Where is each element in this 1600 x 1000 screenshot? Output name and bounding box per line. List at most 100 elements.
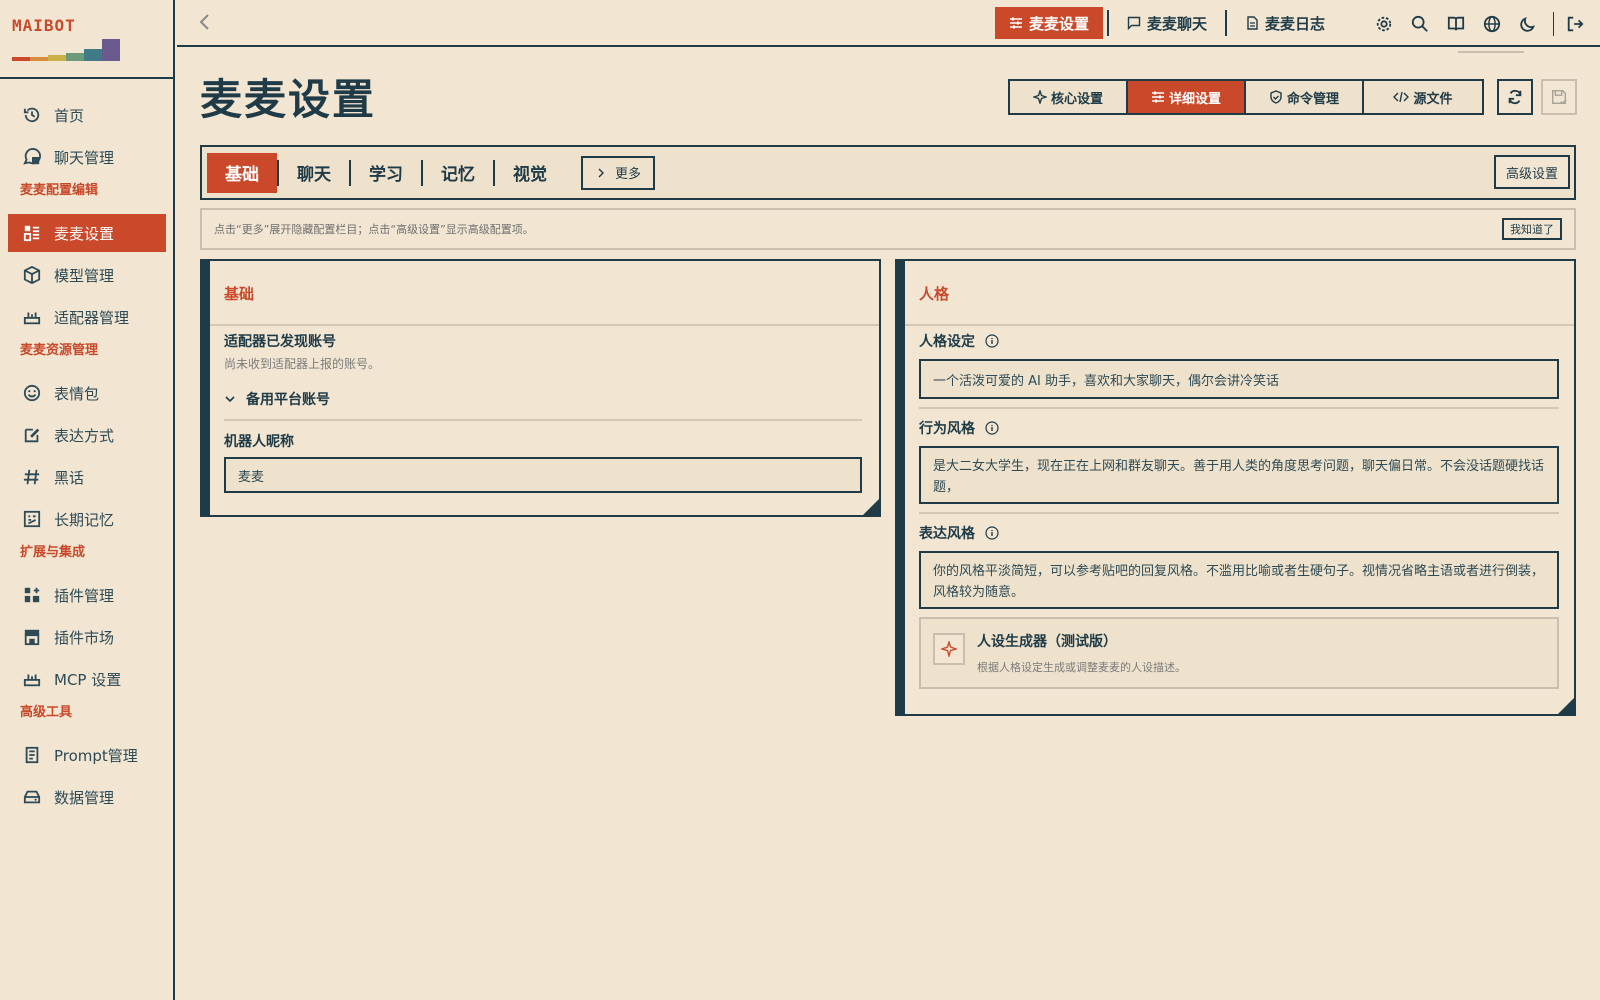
card-corner (862, 498, 880, 516)
adapter-accounts-desc: 尚未收到适配器上报的账号。 (224, 357, 381, 371)
topbar: 麦麦设置 麦麦聊天 麦麦日志 (177, 0, 1600, 47)
advanced-settings-button[interactable]: 高级设置 (1493, 155, 1570, 189)
sidebar-item-label: 长期记忆 (54, 510, 115, 529)
section-tab-vision[interactable]: 视觉 (495, 153, 565, 193)
behavior-style-label: 行为风格 (919, 418, 999, 438)
settings-icon (22, 223, 42, 243)
logout-icon[interactable] (1564, 13, 1586, 35)
card-corner (1557, 697, 1575, 715)
chat-icon (22, 147, 42, 167)
field-divider (224, 419, 862, 421)
section-tab-learning[interactable]: 学习 (351, 153, 421, 193)
sidebar-section-title: 麦麦资源管理 (20, 343, 99, 358)
sidebar-item-maimai-settings[interactable]: 麦麦设置 (8, 214, 166, 252)
dismiss-hint-button[interactable]: 我知道了 (1502, 218, 1562, 240)
top-tab-maimai-settings[interactable]: 麦麦设置 (995, 7, 1104, 39)
bot-nickname-input[interactable]: 麦麦 (224, 457, 862, 493)
page-title: 麦麦设置 (200, 75, 377, 124)
sidebar-item-label: 模型管理 (54, 266, 115, 285)
view-tab-label: 详细设置 (1168, 91, 1221, 107)
home-icon (22, 105, 42, 125)
personality-input[interactable]: 一个活泼可爱的 AI 助手，喜欢和大家聊天，偶尔会讲冷笑话 (919, 359, 1559, 399)
book-icon[interactable] (1445, 13, 1467, 35)
sidebar-section-title: 高级工具 (20, 705, 73, 720)
sidebar-section-title: 扩展与集成 (20, 545, 86, 560)
info-icon[interactable] (985, 334, 999, 348)
sidebar-item-plugin-management[interactable]: 插件管理 (8, 576, 166, 614)
hint-text: 点击“更多”展开隐藏配置栏目；点击“高级设置”显示高级配置项。 (214, 223, 534, 236)
sidebar-item-label: 黑话 (54, 468, 85, 487)
sidebar-item-home[interactable]: 首页 (8, 96, 166, 134)
sidebar-item-prompt-management[interactable]: Prompt管理 (8, 736, 166, 774)
sidebar-item-label: 聊天管理 (54, 148, 115, 167)
section-tab-memory[interactable]: 记忆 (423, 153, 493, 193)
more-label: 更多 (615, 167, 642, 182)
sidebar-item-chat-management[interactable]: 聊天管理 (8, 138, 166, 176)
view-tab-label: 命令管理 (1286, 91, 1339, 107)
view-mode-tabs: 核心设置 详细设置 命令管理 源文件 (1008, 79, 1484, 115)
config-section-tabs: 基础 聊天 学习 记忆 视觉 更多 高级设置 (200, 145, 1576, 200)
prompt-icon (22, 745, 42, 765)
sidebar-item-expressions[interactable]: 表达方式 (8, 416, 166, 454)
view-tab-command-management[interactable]: 命令管理 (1246, 81, 1364, 113)
search-icon[interactable] (1409, 13, 1431, 35)
sidebar-item-label: 数据管理 (54, 788, 115, 807)
gear-icon[interactable] (1373, 13, 1395, 35)
globe-icon[interactable] (1481, 13, 1503, 35)
backup-accounts-toggle[interactable]: 备用平台账号 (224, 389, 330, 409)
logo[interactable]: MAIBOT (12, 16, 162, 66)
chevron-down-icon (224, 393, 236, 405)
message-icon (1127, 16, 1141, 30)
sidebar-item-adapter-management[interactable]: 适配器管理 (8, 298, 166, 336)
sidebar-item-label: 插件管理 (54, 586, 115, 605)
top-tab-label: 麦麦聊天 (1147, 14, 1208, 33)
more-sections-button[interactable]: 更多 (581, 155, 656, 190)
card-title: 基础 (224, 285, 255, 303)
plugin-icon (22, 585, 42, 605)
top-tab-maimai-chat[interactable]: 麦麦聊天 (1113, 7, 1221, 39)
behavior-style-textarea[interactable]: 是大二女大学生，现在正在上网和群友聊天。善于用人类的角度思考问题，聊天偏日常。不… (919, 446, 1559, 504)
sparkle-icon (1032, 90, 1047, 104)
card-title: 人格 (919, 285, 950, 303)
save-button[interactable] (1541, 79, 1577, 115)
smile-icon (22, 383, 42, 403)
card-divider (210, 324, 879, 326)
sidebar-item-label: MCP 设置 (54, 670, 122, 689)
view-tab-detailed-settings[interactable]: 详细设置 (1128, 81, 1246, 113)
view-tab-source-file[interactable]: 源文件 (1364, 81, 1482, 113)
sidebar-item-model-management[interactable]: 模型管理 (8, 256, 166, 294)
sidebar-item-plugin-market[interactable]: 插件市场 (8, 618, 166, 656)
sidebar-item-slang[interactable]: 黑话 (8, 458, 166, 496)
expression-style-label: 表达风格 (919, 523, 999, 543)
info-icon[interactable] (985, 526, 999, 540)
section-tab-basic[interactable]: 基础 (207, 152, 277, 193)
database-icon (22, 787, 42, 807)
sidebar-item-label: 首页 (54, 106, 85, 125)
logo-text: MAIBOT (12, 16, 76, 35)
moon-icon[interactable] (1517, 13, 1539, 35)
info-icon[interactable] (985, 421, 999, 435)
sidebar-item-label: 表达方式 (54, 426, 115, 445)
top-tabs: 麦麦设置 麦麦聊天 麦麦日志 (995, 7, 1339, 39)
top-icon-divider (1553, 12, 1554, 36)
expression-style-label-text: 表达风格 (919, 526, 975, 542)
sidebar-item-long-term-memory[interactable]: 长期记忆 (8, 500, 166, 538)
top-tab-label: 麦麦设置 (1029, 14, 1090, 33)
logo-bars-icon (12, 36, 127, 61)
card-accent (202, 261, 210, 515)
persona-generator-card[interactable]: 人设生成器（测试版） 根据人格设定生成或调整麦麦的人设描述。 (919, 617, 1559, 689)
top-tab-maimai-logs[interactable]: 麦麦日志 (1231, 7, 1339, 39)
memory-icon (22, 509, 42, 529)
section-tab-chat[interactable]: 聊天 (279, 153, 349, 193)
view-tab-core-settings[interactable]: 核心设置 (1010, 81, 1128, 113)
sidebar-item-data-management[interactable]: 数据管理 (8, 778, 166, 816)
refresh-icon (1508, 89, 1522, 105)
store-icon (22, 627, 42, 647)
field-divider (919, 512, 1559, 514)
sidebar-item-mcp-settings[interactable]: MCP 设置 (8, 660, 166, 698)
sidebar-item-stickers[interactable]: 表情包 (8, 374, 166, 412)
refresh-button[interactable] (1497, 79, 1533, 115)
sidebar-item-label: 适配器管理 (54, 308, 130, 327)
collapse-sidebar-button[interactable] (197, 12, 217, 32)
expression-style-textarea[interactable]: 你的风格平淡简短，可以参考贴吧的回复风格。不滥用比喻或者生硬句子。视情况省略主语… (919, 551, 1559, 609)
